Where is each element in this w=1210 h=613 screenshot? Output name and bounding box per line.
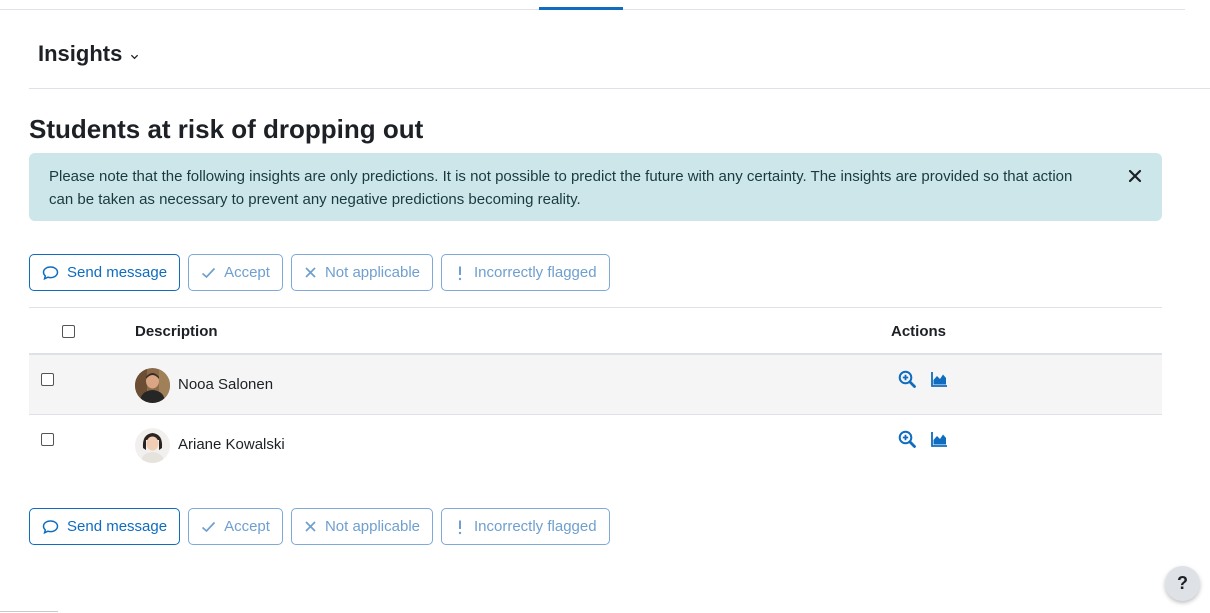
accept-label: Accept [224,518,270,535]
header-divider [29,88,1210,89]
report-title: Insights [38,41,123,66]
row-checkbox[interactable] [41,433,54,446]
incorrectly-flagged-label: Incorrectly flagged [474,518,597,535]
table-header: Description Actions [29,307,1162,355]
area-chart-icon[interactable] [930,430,948,448]
report-selector[interactable]: Insights [38,41,139,67]
comment-icon [42,519,59,534]
page-heading: Students at risk of dropping out [29,114,424,144]
predictions-alert: Please note that the following insights … [29,153,1162,221]
send-message-button[interactable]: Send message [29,254,181,291]
incorrectly-flagged-button[interactable]: Incorrectly flagged [441,254,610,291]
not-applicable-label: Not applicable [324,264,420,281]
send-message-label: Send message [67,264,168,281]
incorrectly-flagged-button[interactable]: Incorrectly flagged [441,508,610,545]
zoom-in-icon[interactable] [898,370,916,388]
bulk-actions-top: Send message Accept Not applicable Incor… [29,254,610,291]
avatar [135,368,170,403]
exclamation-icon [458,266,462,280]
zoom-in-icon[interactable] [898,430,916,448]
help-button[interactable]: ? [1165,566,1200,601]
exclamation-icon [458,520,462,534]
bulk-actions-bottom: Send message Accept Not applicable Incor… [29,508,610,545]
check-icon [202,267,216,278]
row-checkbox[interactable] [41,373,54,386]
not-applicable-label: Not applicable [324,518,420,535]
not-applicable-button[interactable]: Not applicable [290,254,433,291]
select-all-checkbox[interactable] [62,325,75,338]
send-message-label: Send message [67,518,168,535]
chevron-down-icon [131,54,139,59]
area-chart-icon[interactable] [930,370,948,388]
avatar [135,428,170,463]
times-icon [305,521,316,532]
incorrectly-flagged-label: Incorrectly flagged [474,264,597,281]
insights-table: Description Actions Nooa Salonen Ariane … [29,307,1162,475]
table-row: Ariane Kowalski [29,415,1162,475]
check-icon [202,521,216,532]
send-message-button[interactable]: Send message [29,508,181,545]
student-name[interactable]: Ariane Kowalski [178,436,285,453]
actions-header: Actions [891,323,947,340]
times-icon [305,267,316,278]
table-row: Nooa Salonen [29,355,1162,415]
close-icon[interactable] [1128,169,1142,183]
accept-button[interactable]: Accept [188,508,283,545]
student-name[interactable]: Nooa Salonen [178,376,273,393]
active-tab-indicator [539,7,623,10]
accept-label: Accept [224,264,270,281]
accept-button[interactable]: Accept [188,254,283,291]
description-header: Description [135,323,218,340]
comment-icon [42,265,59,280]
alert-message: Please note that the following insights … [49,168,1073,208]
not-applicable-button[interactable]: Not applicable [290,508,433,545]
